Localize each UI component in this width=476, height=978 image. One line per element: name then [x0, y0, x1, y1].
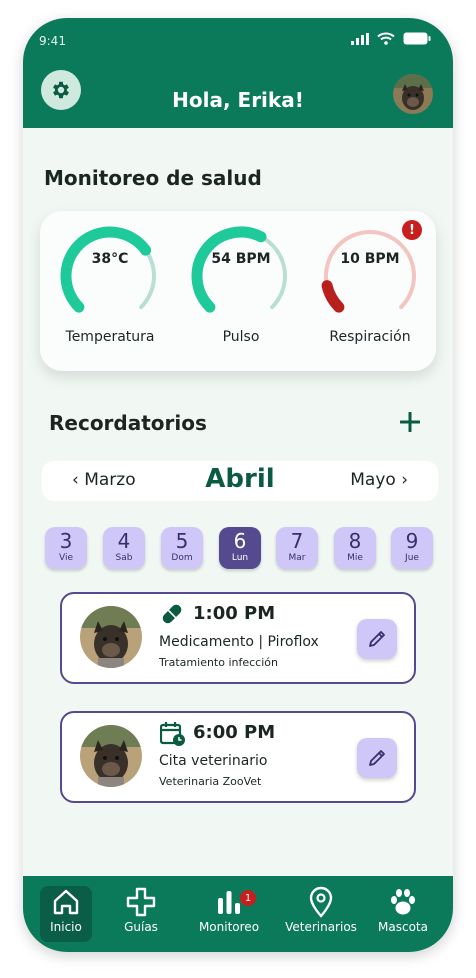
gauge-fill [60, 226, 152, 313]
nav-item-guias[interactable]: Guías [115, 886, 167, 942]
nav-label: Veterinarios [285, 920, 357, 934]
day-number: 6 [233, 529, 247, 553]
day-chip[interactable]: 8 Mie [334, 527, 376, 569]
nav-label: Guías [124, 920, 158, 934]
reminder-title: Cita veterinario [159, 753, 268, 769]
day-chip[interactable]: 7 Mar [276, 527, 318, 569]
temperature-gauge[interactable] [55, 221, 165, 331]
reminders-section-title: Recordatorios [49, 411, 207, 435]
respiration-label: Respiración [329, 329, 411, 345]
reminder-card[interactable]: 6:00 PM Cita veterinario Veterinaria Zoo… [60, 711, 416, 803]
day-number: 3 [59, 529, 73, 553]
pencil-icon [369, 750, 385, 766]
phone-screen: 9:41 Hola, Erika! Monitoreo de salud 38°… [23, 18, 453, 952]
edit-reminder-button[interactable] [357, 738, 397, 778]
day-number: 8 [348, 529, 362, 553]
day-name: Sab [115, 553, 133, 563]
day-name: Jue [405, 553, 419, 563]
dog-avatar-image [393, 74, 433, 114]
temperature-label: Temperatura [65, 329, 155, 345]
gauge-track [324, 229, 416, 310]
reminder-subtitle: Tratamiento infección [159, 656, 278, 669]
gauge-arc [60, 226, 156, 313]
signal-icon [351, 32, 369, 45]
gauge-fill [321, 280, 345, 313]
day-name: Mie [347, 553, 363, 563]
dog-photo-image [80, 606, 142, 668]
reminder-card[interactable]: 1:00 PM Medicamento | Piroflox Tratamien… [60, 592, 416, 684]
add-reminder-button[interactable] [397, 409, 423, 435]
cross-icon [126, 887, 156, 917]
reminder-time: 1:00 PM [193, 603, 276, 624]
gauge-arc [191, 226, 287, 313]
day-name: Lun [231, 553, 249, 563]
day-chip[interactable]: 3 Vie [45, 527, 87, 569]
nav-label: Inicio [50, 920, 82, 934]
dog-photo-image [80, 725, 142, 787]
day-number: 7 [290, 529, 304, 553]
status-icons [351, 32, 431, 45]
reminder-time: 6:00 PM [193, 722, 276, 743]
nav-item-veterinarios[interactable]: Veterinarios [285, 886, 357, 942]
greeting-title: Hola, Erika! [172, 88, 304, 112]
reminder-subtitle: Veterinaria ZooVet [159, 775, 262, 788]
nav-item-inicio[interactable]: Inicio [40, 886, 92, 942]
pill-icon [160, 602, 184, 626]
temperature-value: 38°C [91, 251, 129, 267]
paw-icon [391, 889, 415, 915]
day-name: Mar [288, 553, 306, 563]
pulse-label: Pulso [222, 329, 260, 345]
day-number: 5 [175, 529, 189, 553]
day-name: Vie [59, 553, 73, 563]
nav-item-mascota[interactable]: Mascota [373, 886, 433, 942]
day-name: Dom [171, 553, 193, 563]
nav-label: Mascota [378, 920, 428, 934]
bottom-navigation: Inicio Guías Monitoreo 1 Veterinarios Ma… [23, 876, 453, 952]
pet-photo [80, 606, 142, 668]
battery-icon [403, 32, 431, 45]
day-chip-selected[interactable]: 6 Lun [219, 527, 261, 569]
status-time: 9:41 [39, 34, 66, 48]
day-chip[interactable]: 9 Jue [391, 527, 433, 569]
pet-photo [80, 725, 142, 787]
respiration-alert-badge[interactable]: ! [402, 220, 422, 240]
plus-icon [400, 412, 420, 432]
pulse-gauge[interactable] [186, 221, 296, 331]
home-icon [53, 889, 79, 915]
day-chip[interactable]: 4 Sab [103, 527, 145, 569]
month-selector: ‹ Marzo Abril Mayo › [42, 461, 438, 501]
gauge-fill [191, 226, 267, 313]
health-section-title: Monitoreo de salud [44, 166, 262, 190]
respiration-value: 10 BPM [340, 251, 400, 267]
nav-item-monitoreo[interactable]: Monitoreo 1 [193, 886, 265, 942]
nav-label: Monitoreo [198, 920, 260, 934]
user-avatar[interactable] [393, 74, 433, 114]
day-number: 4 [117, 529, 131, 553]
pulse-value: 54 BPM [211, 251, 271, 267]
edit-reminder-button[interactable] [357, 619, 397, 659]
day-chip[interactable]: 5 Dom [161, 527, 203, 569]
reminder-title: Medicamento | Piroflox [159, 634, 319, 650]
notification-badge: 1 [240, 890, 256, 906]
pencil-icon [369, 631, 385, 647]
day-number: 9 [405, 529, 419, 553]
calendar-clock-icon [159, 721, 185, 746]
health-card: 38°C Temperatura 54 BPM Pulso 10 BPM Res… [40, 211, 436, 371]
next-month-button[interactable]: Mayo › [350, 470, 408, 490]
app-header: 9:41 Hola, Erika! [23, 18, 453, 128]
wifi-icon [377, 32, 395, 45]
location-pin-icon [309, 886, 333, 918]
